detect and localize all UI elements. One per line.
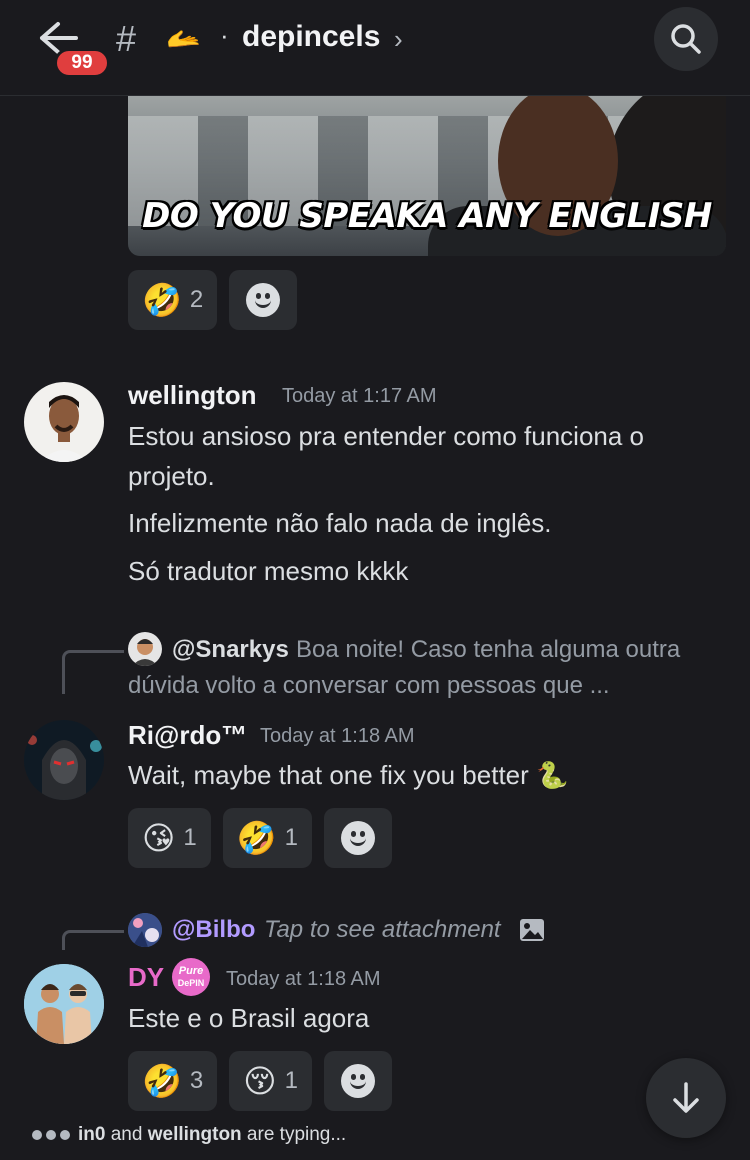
add-reaction-icon: [246, 283, 281, 317]
reaction-button[interactable]: 😘 1: [128, 808, 211, 868]
search-button[interactable]: [654, 7, 718, 71]
timestamp: Today at 1:18 AM: [226, 968, 381, 990]
reply-preview-text[interactable]: Tap to see attachment: [264, 912, 501, 948]
gif-embed[interactable]: DO YOU SPEAKA ANY ENGLISH: [128, 96, 726, 256]
add-reaction-icon: [340, 821, 375, 855]
reactions-bar: 🤣 3 😚 1: [128, 1051, 392, 1111]
message-text: Estou ansioso pra entender como funciona…: [128, 421, 645, 491]
server-tag-badge[interactable]: Pure DePIN: [172, 958, 210, 996]
reply-username[interactable]: @Bilbo: [172, 916, 255, 944]
message-text-content: Wait, maybe that one fix you better: [128, 760, 529, 790]
reaction-button[interactable]: 🤣 1: [222, 808, 312, 868]
chevron-right-icon[interactable]: ›: [394, 24, 403, 55]
kiss-heart-emoji: 😘: [142, 820, 176, 856]
timestamp: Today at 1:17 AM: [282, 385, 437, 407]
rofl-emoji: 🤣: [142, 1063, 182, 1099]
add-reaction-button[interactable]: [323, 1051, 392, 1111]
server-tag-line: Pure: [178, 965, 204, 977]
channel-hash-icon: #: [116, 18, 137, 59]
typing-suffix: are typing...: [241, 1124, 347, 1145]
avatar[interactable]: [24, 720, 104, 800]
reaction-button[interactable]: 🤣 2: [128, 270, 218, 330]
reaction-count: 3: [189, 1067, 204, 1094]
add-reaction-button[interactable]: [229, 270, 298, 330]
username[interactable]: DY: [128, 962, 164, 993]
snake-emoji: 🐍: [536, 760, 569, 790]
typing-user: wellington: [147, 1124, 242, 1145]
reply-preview-text[interactable]: Boa noite! Caso tenha alguma outra dúvid…: [128, 632, 728, 704]
message-text: Wait, maybe that one fix you better 🐍: [128, 755, 728, 795]
typing-indicator: in0 and wellington are typing...: [32, 1124, 346, 1146]
reaction-count: 2: [189, 286, 204, 313]
timestamp: Today at 1:18 AM: [260, 725, 415, 747]
reaction-count: 1: [183, 824, 197, 851]
reply-connector: [62, 650, 124, 694]
search-icon: [671, 24, 701, 54]
add-reaction-icon: [340, 1064, 375, 1098]
arrow-down-icon: [673, 1082, 699, 1113]
typing-user: in0: [78, 1124, 106, 1145]
avatar[interactable]: [24, 382, 104, 462]
typing-dots-icon: [32, 1130, 70, 1140]
reply-avatar[interactable]: [128, 913, 162, 947]
typing-connector: and: [105, 1124, 148, 1145]
reaction-button[interactable]: 🤣 3: [128, 1051, 218, 1111]
channel-emoji: 🫴: [166, 23, 201, 54]
channel-header: 99 # 🫴 · depincels ›: [0, 0, 750, 96]
reaction-button[interactable]: 😚 1: [229, 1051, 312, 1111]
reaction-count: 1: [284, 824, 298, 851]
server-tag-line: DePIN: [177, 978, 205, 988]
channel-name[interactable]: depincels: [242, 20, 380, 54]
typing-text: in0 and wellington are typing...: [78, 1124, 346, 1146]
reaction-count: 1: [284, 1067, 298, 1094]
add-reaction-button[interactable]: [323, 808, 392, 868]
image-icon: [518, 916, 546, 949]
reactions-bar: 😘 1 🤣 1: [128, 808, 392, 868]
jump-to-present-button[interactable]: [646, 1058, 726, 1138]
username[interactable]: wellington: [128, 380, 257, 411]
message-text: Este e o Brasil agora: [128, 1003, 370, 1033]
rofl-emoji: 🤣: [142, 282, 182, 318]
kissing-emoji: 😚: [243, 1063, 277, 1099]
username[interactable]: Ri@rdo™: [128, 720, 247, 751]
message-text: Infelizmente não falo nada de inglês.: [128, 508, 552, 538]
avatar[interactable]: [24, 964, 104, 1044]
reply-connector: [62, 930, 124, 950]
channel-separator: ·: [220, 20, 229, 50]
unread-badge: 99: [54, 48, 110, 78]
rofl-emoji: 🤣: [236, 820, 277, 856]
gif-caption: DO YOU SPEAKA ANY ENGLISH: [142, 196, 712, 236]
message-text: Só tradutor mesmo kkkk: [128, 556, 409, 586]
reactions-bar: 🤣 2: [128, 270, 298, 330]
